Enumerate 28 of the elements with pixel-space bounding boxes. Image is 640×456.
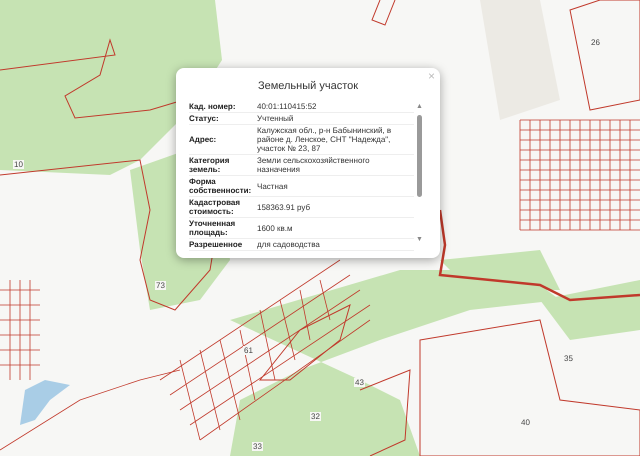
plot-number: 10 xyxy=(13,160,24,169)
plot-number: 33 xyxy=(252,442,263,451)
field-label: Уточненная площадь: xyxy=(189,219,236,237)
field-label: Кад. номер: xyxy=(189,102,236,111)
field-value: 40:01:110415:52 xyxy=(257,102,318,111)
plot-number: 26 xyxy=(590,38,601,47)
field-value: для садоводства xyxy=(257,240,321,249)
plot-number: 32 xyxy=(310,412,321,421)
field-value: 1600 кв.м xyxy=(257,224,294,232)
scrollbar-thumb[interactable] xyxy=(417,115,422,197)
close-button[interactable]: × xyxy=(428,69,435,83)
field-label: Статус: xyxy=(189,114,220,123)
plot-number: 61 xyxy=(243,346,254,355)
field-value: 158363.91 руб xyxy=(257,202,312,212)
plot-number: 35 xyxy=(563,354,574,363)
plot-number: 40 xyxy=(520,418,531,427)
field-label: Кадастровая стоимость: xyxy=(189,198,242,216)
plot-number: 73 xyxy=(155,281,166,290)
field-label: Адрес: xyxy=(189,135,218,144)
field-value: Калужская обл., р-н Бабынинский, в районе д. Ленское, СНТ "Надежда", участок № 23, 87 xyxy=(257,126,392,153)
field-label: Разрешенное xyxy=(189,240,244,249)
plot-number: 43 xyxy=(354,378,365,387)
field-label: Категория земель: xyxy=(189,156,230,174)
popup-title: Земельный участок xyxy=(256,79,360,94)
field-value: Учтенный xyxy=(257,114,294,123)
field-value: Частная xyxy=(257,182,289,190)
field-label: Форма собственности: xyxy=(189,177,252,195)
field-value: Земли сельскохозяйственного назначения xyxy=(257,156,371,174)
